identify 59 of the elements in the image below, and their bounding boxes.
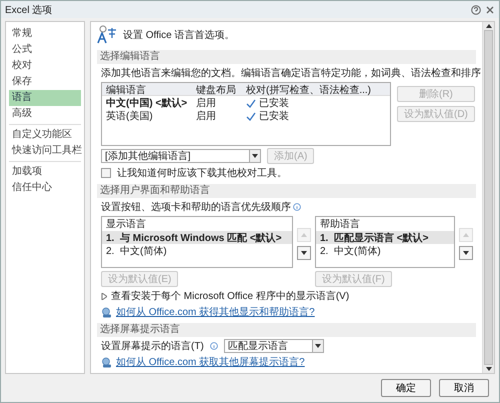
column-header: 校对(拼写检查、语法检查...) — [246, 84, 372, 97]
table-cell-text: 中文(中国) <默认> — [106, 96, 188, 110]
sidebar-item[interactable]: 校对 — [9, 58, 81, 74]
list-item[interactable]: 1. 与 Microsoft Windows 匹配 <默认> — [102, 231, 292, 244]
caret-icon — [252, 154, 258, 158]
list-item[interactable]: 2. 中文(简体) — [316, 244, 454, 257]
field-label: 设置屏幕提示的语言(T) — [101, 340, 204, 353]
window-title: Excel 选项 — [5, 4, 52, 16]
table-cell-text: 英语(美国) — [106, 110, 154, 123]
caret-icon — [314, 344, 321, 348]
section-title: 选择屏幕提示语言 — [97, 323, 476, 337]
column-header: 键盘布局 — [196, 84, 237, 97]
help-link[interactable]: 如何从 Office.com 获取其他屏幕提示语言? — [116, 355, 305, 369]
table-cell-text: 启用 — [196, 110, 217, 123]
list-heading: 帮助语言 — [319, 218, 361, 231]
sidebar-item[interactable]: 语言 — [9, 90, 81, 106]
checkbox[interactable] — [101, 168, 111, 178]
description: 添加其他语言来编辑您的文档。编辑语言确定语言特定功能，如词典、语法检查和排序 — [101, 66, 481, 80]
sidebar-item[interactable]: 公式 — [9, 42, 81, 58]
caret-icon — [486, 367, 492, 371]
list-item[interactable]: 1. 匹配显示语言 <默认> — [316, 231, 454, 244]
move-down-button[interactable] — [297, 246, 311, 260]
table-cell-text: 已安装 — [259, 96, 289, 110]
column-header: 编辑语言 — [106, 84, 147, 97]
expand-arrow-icon[interactable] — [101, 292, 107, 300]
caret-icon — [463, 233, 469, 237]
info-icon — [293, 203, 301, 211]
help-icon[interactable] — [471, 4, 481, 14]
list-item[interactable]: 2. 中文(简体) — [102, 244, 292, 257]
expander-label[interactable]: 查看安装于每个 Microsoft Office 程序中的显示语言(V) — [111, 289, 350, 303]
checkbox-label: 让我知道何时应该下载其他校对工具。 — [117, 166, 287, 180]
language-dropdown[interactable]: [添加其他编辑语言] — [101, 149, 261, 163]
dialog-button[interactable]: 取消 — [439, 379, 489, 397]
section-title: 选择编辑语言 — [97, 50, 476, 64]
info-icon — [210, 342, 218, 350]
caret-icon — [301, 233, 307, 237]
sidebar-item[interactable]: 信任中心 — [9, 180, 81, 196]
dialog-button[interactable]: 确定 — [381, 379, 431, 397]
scrollbar[interactable] — [482, 22, 494, 373]
section-title: 选择用户界面和帮助语言 — [97, 184, 476, 198]
sidebar-item[interactable]: 加载项 — [9, 164, 81, 180]
table-cell-text: 已安装 — [259, 110, 289, 123]
sidebar-item[interactable]: 快速访问工具栏 — [9, 143, 81, 159]
table-cell-text: 启用 — [196, 96, 217, 110]
language-icon — [97, 25, 117, 45]
caret-icon — [486, 24, 492, 28]
sidebar-item[interactable]: 常规 — [9, 26, 81, 42]
page-heading: 设置 Office 语言首选项。 — [123, 28, 234, 42]
help-link[interactable]: 如何从 Office.com 获得其他显示和帮助语言? — [116, 305, 315, 319]
list-heading: 显示语言 — [105, 218, 147, 231]
description: 设置按钮、选项卡和帮助的语言优先级顺序 — [101, 200, 291, 214]
caret-icon — [463, 251, 469, 255]
caret-icon — [301, 251, 307, 255]
screentip-dropdown[interactable]: 匹配显示语言 — [224, 339, 324, 353]
close-icon[interactable] — [485, 4, 495, 14]
move-down-button[interactable] — [459, 246, 473, 260]
sidebar-item[interactable]: 保存 — [9, 74, 81, 90]
sidebar-item[interactable]: 高级 — [9, 106, 81, 122]
sidebar-item[interactable]: 自定义功能区 — [9, 127, 81, 143]
